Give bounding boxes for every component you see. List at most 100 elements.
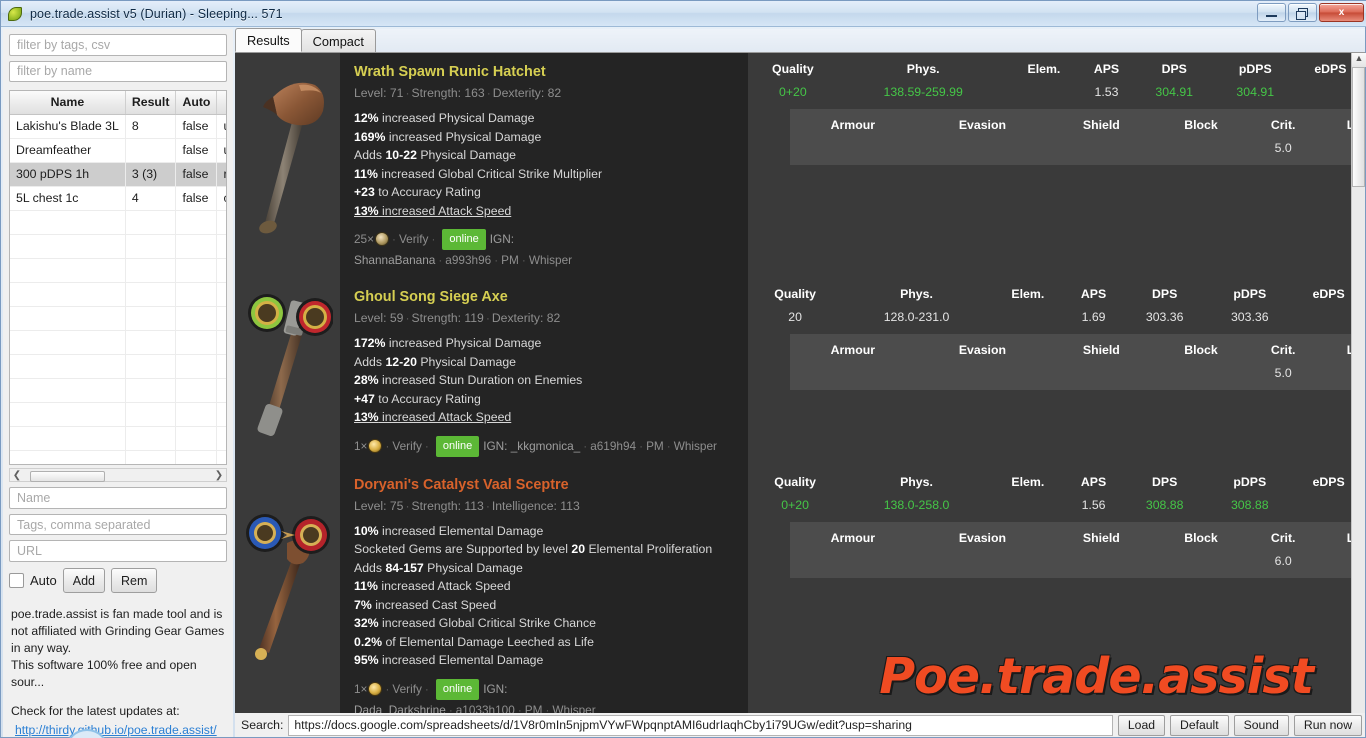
table-row-empty[interactable] <box>10 210 226 235</box>
add-button[interactable]: Add <box>62 568 105 594</box>
grid-horizontal-scrollbar[interactable]: ❮ ❯ <box>9 468 227 483</box>
filter-tags-input[interactable]: filter by tags, csv <box>9 34 227 56</box>
table-row-empty[interactable] <box>10 354 226 379</box>
item-stats: Quality Phys. Elem. APS DPS pDPS eDPS 20 128.0-2… <box>748 278 1365 466</box>
table-row[interactable]: 300 pDPS 1h3 (3)falser <box>10 162 226 187</box>
table-row-empty[interactable] <box>10 306 226 331</box>
tab-compact[interactable]: Compact <box>300 29 376 52</box>
pm-link[interactable]: PM <box>646 439 664 453</box>
table-row[interactable]: Dreamfeather falseu <box>10 138 226 163</box>
table-row-empty[interactable] <box>10 378 226 403</box>
item-mod: Adds 12-20 Physical Damage <box>354 354 517 369</box>
result-item[interactable]: Doryani's Catalyst Vaal Sceptre Level: 75… <box>235 465 1365 714</box>
sub-stats-value-row: 5.0 <box>790 364 1365 390</box>
currency-exalt-icon <box>368 438 383 453</box>
cell-empty <box>216 450 226 465</box>
table-row-empty[interactable] <box>10 282 226 307</box>
scroll-right-icon[interactable]: ❯ <box>212 470 226 481</box>
table-row-empty[interactable] <box>10 450 226 465</box>
results-vertical-scrollbar[interactable]: ▲ <box>1351 53 1366 713</box>
pm-link[interactable]: PM <box>525 703 543 714</box>
tags-input[interactable]: Tags, comma separated <box>9 513 227 536</box>
table-row[interactable]: 5L chest 1c4falsec <box>10 186 226 211</box>
table-row-empty[interactable] <box>10 426 226 451</box>
column-header-extra[interactable] <box>216 91 226 115</box>
cell-search-extra: u <box>216 114 226 139</box>
item-info: Doryani's Catalyst Vaal Sceptre Level: 75… <box>340 465 748 714</box>
searches-grid[interactable]: Name Result Auto Lakishu's Blade 3L 8 fals… <box>9 90 227 466</box>
column-header-auto[interactable]: Auto <box>175 91 218 115</box>
url-input[interactable]: URL <box>9 540 227 563</box>
cell-empty <box>175 402 218 427</box>
vertical-scroll-thumb[interactable] <box>1352 67 1365 187</box>
stats-value-elem <box>1009 83 1080 109</box>
cell-empty <box>10 426 126 451</box>
cell-empty <box>10 234 126 259</box>
table-row-empty[interactable] <box>10 258 226 283</box>
verify-link[interactable]: Verify <box>392 439 422 453</box>
sound-button[interactable]: Sound <box>1233 714 1289 736</box>
results-list[interactable]: Wrath Spawn Runic Hatchet Level: 71 · Stren… <box>235 53 1365 713</box>
cell-empty <box>125 282 177 307</box>
tab-strip: Results Compact <box>235 28 1365 53</box>
whisper-link[interactable]: Whisper <box>552 703 595 714</box>
item-price: 1× <box>354 681 383 696</box>
stats-table: Quality Phys. Elem. APS DPS pDPS eDPS 0+20 138.0… <box>748 466 1365 522</box>
cell-search-name: 5L chest 1c <box>10 186 126 211</box>
whisper-link[interactable]: Whisper <box>529 253 572 267</box>
sub-value-block <box>1154 139 1249 165</box>
stats-header-aps: APS <box>1093 62 1120 76</box>
table-header-row: Name Result Auto <box>10 91 226 115</box>
scroll-up-icon[interactable]: ▲ <box>1352 53 1366 67</box>
stats-header-dps: DPS <box>1152 287 1178 301</box>
sub-header-block: Block <box>1184 343 1218 357</box>
auto-checkbox[interactable] <box>9 573 24 589</box>
rem-button[interactable]: Rem <box>111 568 158 594</box>
verify-link[interactable]: Verify <box>392 682 422 696</box>
table-row-empty[interactable] <box>10 402 226 427</box>
stats-header-phys: Phys. <box>906 62 940 76</box>
name-input[interactable]: Name <box>9 487 227 509</box>
run-now-button[interactable]: Run now <box>1293 714 1362 736</box>
tab-results[interactable]: Results <box>235 28 302 52</box>
scroll-left-icon[interactable]: ❮ <box>10 470 24 481</box>
filter-name-input[interactable]: filter by name <box>9 60 227 83</box>
pm-link[interactable]: PM <box>501 253 519 267</box>
maximize-button[interactable] <box>1288 3 1317 22</box>
cell-search-auto: false <box>175 114 218 139</box>
column-header-name[interactable]: Name <box>10 91 126 115</box>
stats-value-row: 0+20 138.0-258.0 1.56 308.88 308.88 <box>748 496 1365 522</box>
item-title: Wrath Spawn Runic Hatchet <box>354 64 546 80</box>
cell-empty <box>175 330 218 355</box>
item-icon-cell <box>235 53 340 278</box>
stats-value-pdps: 303.36 <box>1230 310 1269 324</box>
sub-value-evasion <box>916 552 1049 578</box>
result-item[interactable]: Ghoul Song Siege Axe Level: 59 · Strength: … <box>235 278 1365 466</box>
close-button[interactable]: x <box>1319 3 1364 22</box>
sub-value-shield <box>1049 364 1153 390</box>
sub-value-armour <box>790 552 916 578</box>
stats-header-row: Quality Phys. Elem. APS DPS pDPS eDPS <box>748 466 1365 496</box>
verify-link[interactable]: Verify <box>399 232 429 246</box>
result-item[interactable]: Wrath Spawn Runic Hatchet Level: 71 · Stren… <box>235 53 1365 278</box>
table-row-empty[interactable] <box>10 234 226 259</box>
stats-header-pdps: pDPS <box>1238 62 1272 76</box>
search-bar: Search: https://docs.google.com/spreadsh… <box>235 713 1365 737</box>
whisper-link[interactable]: Whisper <box>674 439 717 453</box>
sub-stats-header-row: ArmourEvasionShieldBlockCrit.Level <box>790 522 1365 552</box>
column-header-result[interactable]: Result <box>125 91 177 115</box>
default-button[interactable]: Default <box>1170 714 1229 736</box>
update-link[interactable]: http://thirdy.github.io/poe.trade.assist… <box>15 723 225 737</box>
scroll-thumb[interactable] <box>30 471 105 483</box>
table-row[interactable]: Lakishu's Blade 3L8falseu <box>10 114 226 139</box>
load-button[interactable]: Load <box>1117 714 1166 736</box>
stats-header-elem: Elem. <box>1011 287 1045 301</box>
cell-empty <box>125 234 177 259</box>
minimize-button[interactable] <box>1257 3 1286 22</box>
search-input[interactable]: https://docs.google.com/spreadsheets/d/1… <box>288 714 1113 736</box>
auto-checkbox-label: Auto <box>30 573 57 589</box>
item-code: a993h96 <box>445 253 492 267</box>
table-row-empty[interactable] <box>10 330 226 355</box>
application-window: poe.trade.assist v5 (Durian) - Sleeping.… <box>0 0 1366 738</box>
cell-search-name: Dreamfeather <box>10 138 126 163</box>
